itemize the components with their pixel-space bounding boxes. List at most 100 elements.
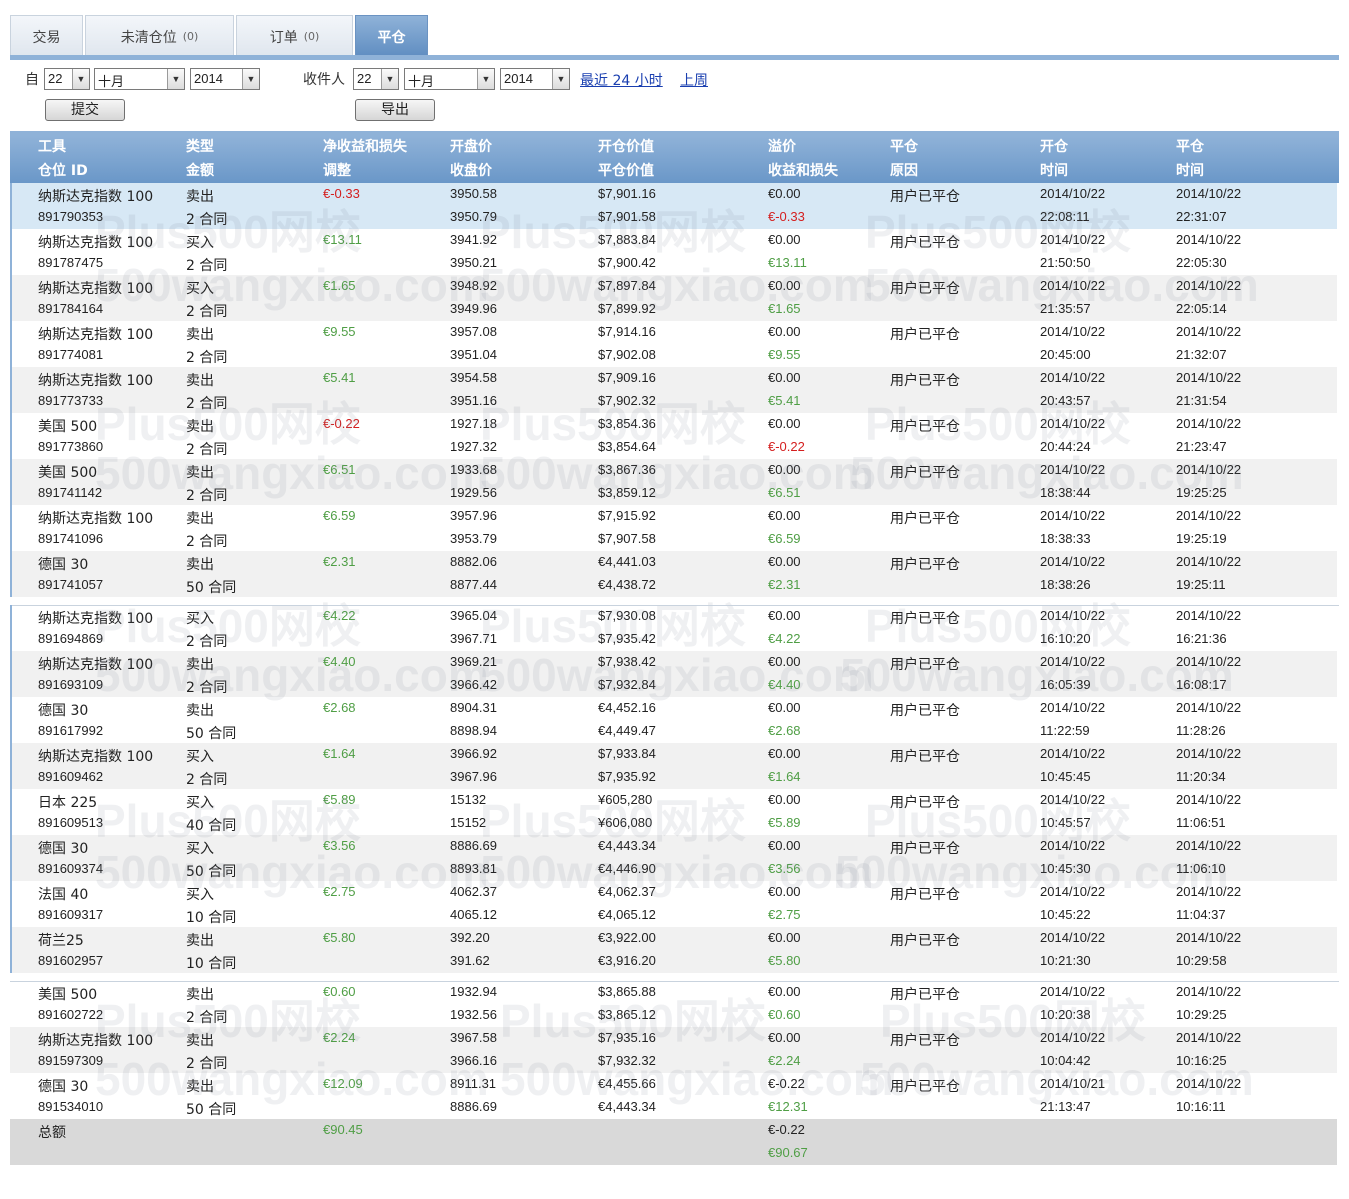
tab-orders-label: 订单 (269, 29, 298, 46)
total-premium: €-0.22 (768, 1122, 805, 1137)
open-price: 3948.92 (450, 278, 497, 293)
table-row[interactable]: 纳斯达克指数 100 891790353 卖出 2 合同 €-0.33 3950.58 39… (10, 183, 1337, 229)
to-day-select[interactable]: 22 ▼ (353, 68, 399, 90)
close-time: 22:05:30 (1176, 255, 1227, 270)
close-value: $7,932.84 (598, 677, 656, 692)
premium: €0.00 (768, 278, 801, 293)
table-row[interactable]: 纳斯达克指数 100 891787475 买入 2 合同 €13.11 3941.92 39… (10, 229, 1337, 275)
close-value: $7,901.58 (598, 209, 656, 224)
table-row[interactable]: 德国 30 891741057 卖出 50 合同 €2.31 8882.06 8877.44… (10, 551, 1337, 597)
net-pnl: €12.09 (323, 1076, 363, 1091)
close-value: $7,932.32 (598, 1053, 656, 1068)
from-year-select[interactable]: 2014 ▼ (190, 68, 260, 90)
contract-amount: 2 合同 (186, 488, 228, 504)
profit-loss: €6.51 (768, 485, 801, 500)
tab-closed-positions[interactable]: 平仓 (355, 15, 428, 57)
table-row[interactable]: 纳斯达克指数 100 891774081 卖出 2 合同 €9.55 3957.08 395… (10, 321, 1337, 367)
from-month-select[interactable]: 十月 ▼ (94, 68, 185, 90)
instrument-name: 纳斯达克指数 100 (38, 511, 154, 527)
open-time: 21:50:50 (1040, 255, 1091, 270)
position-id: 891597309 (38, 1053, 104, 1068)
table-row[interactable]: 德国 30 891617992 卖出 50 合同 €2.68 8904.31 8898.94… (10, 697, 1337, 743)
table-row[interactable]: 美国 500 891741142 卖出 2 合同 €6.51 1933.68 1929.56… (10, 459, 1337, 505)
to-year-select[interactable]: 2014 ▼ (500, 68, 570, 90)
open-value: €4,441.03 (598, 554, 656, 569)
table-row[interactable]: 纳斯达克指数 100 891784164 买入 2 合同 €1.65 3948.92 394… (10, 275, 1337, 321)
instrument-name: 纳斯达克指数 100 (38, 281, 154, 297)
close-price: 15152 (450, 815, 487, 830)
last-week-link[interactable]: 上周 (680, 70, 708, 90)
position-id: 891609462 (38, 769, 104, 784)
close-time: 19:25:19 (1176, 531, 1227, 546)
open-price: 3967.58 (450, 1030, 497, 1045)
close-reason: 用户已平仓 (890, 465, 960, 481)
to-month-select[interactable]: 十月 ▼ (404, 68, 495, 90)
instrument-name: 日本 225 (38, 795, 98, 811)
open-date: 2014/10/22 (1040, 554, 1106, 569)
last-24-hours-link[interactable]: 最近 24 小时 (580, 70, 663, 90)
export-button[interactable]: 导出 (355, 99, 435, 121)
profit-loss: €9.55 (768, 347, 801, 362)
close-reason: 用户已平仓 (890, 1079, 960, 1095)
premium: €0.00 (768, 370, 801, 385)
open-date: 2014/10/22 (1040, 700, 1106, 715)
open-date: 2014/10/22 (1040, 508, 1106, 523)
table-row[interactable]: 美国 500 891602722 卖出 2 合同 €0.60 1932.94 1932.56… (10, 981, 1337, 1027)
column-header-close-time-1: 平仓 (1176, 139, 1204, 155)
tab-closed-positions-label: 平仓 (377, 29, 406, 46)
trade-type: 卖出 (186, 657, 214, 673)
open-time: 10:45:57 (1040, 815, 1091, 830)
column-header-open-close-value-2: 平仓价值 (598, 163, 654, 179)
close-time: 11:06:51 (1176, 815, 1226, 830)
close-price: 3953.79 (450, 531, 497, 546)
table-row[interactable]: 日本 225 891609513 买入 40 合同 €5.89 15132 15152 ¥60… (10, 789, 1337, 835)
open-price: 3941.92 (450, 232, 497, 247)
close-reason: 用户已平仓 (890, 235, 960, 251)
open-time: 10:20:38 (1040, 1007, 1091, 1022)
table-row[interactable]: 纳斯达克指数 100 891693109 卖出 2 合同 €4.40 3969.21 396… (10, 651, 1337, 697)
tab-trade[interactable]: 交易 (10, 15, 83, 57)
profit-loss: €4.22 (768, 631, 801, 646)
close-price: 391.62 (450, 953, 490, 968)
submit-button[interactable]: 提交 (45, 99, 125, 121)
close-value: €4,065.12 (598, 907, 656, 922)
open-value: $7,909.16 (598, 370, 656, 385)
tab-open-positions[interactable]: 未清仓位 (0) (85, 15, 234, 57)
position-id: 891534010 (38, 1099, 104, 1114)
close-time: 11:04:37 (1176, 907, 1226, 922)
table-row[interactable]: 纳斯达克指数 100 891773733 卖出 2 合同 €5.41 3954.58 395… (10, 367, 1337, 413)
tab-orders[interactable]: 订单 (0) (236, 15, 353, 57)
close-date: 2014/10/22 (1176, 278, 1242, 293)
open-time: 18:38:33 (1040, 531, 1091, 546)
table-row[interactable]: 纳斯达克指数 100 891741096 卖出 2 合同 €6.59 3957.96 395… (10, 505, 1337, 551)
section-accent-bar (10, 183, 12, 597)
open-price: 8904.31 (450, 700, 497, 715)
close-value: $7,900.42 (598, 255, 656, 270)
contract-amount: 50 合同 (186, 1102, 237, 1118)
open-price: 3969.21 (450, 654, 497, 669)
table-row[interactable]: 德国 30 891534010 卖出 50 合同 €12.09 8911.31 8886.6… (10, 1073, 1337, 1119)
column-header-type-amount-2: 金额 (186, 163, 214, 179)
table-row[interactable]: 荷兰25 891602957 卖出 10 合同 €5.80 392.20 391.62 €3,… (10, 927, 1337, 973)
open-time: 21:13:47 (1040, 1099, 1091, 1114)
table-row[interactable]: 德国 30 891609374 买入 50 合同 €3.56 8886.69 8893.81… (10, 835, 1337, 881)
close-date: 2014/10/22 (1176, 462, 1242, 477)
open-value: $7,933.84 (598, 746, 656, 761)
premium: €0.00 (768, 930, 801, 945)
open-date: 2014/10/22 (1040, 416, 1106, 431)
from-day-select[interactable]: 22 ▼ (44, 68, 90, 90)
table-row[interactable]: 纳斯达克指数 100 891609462 买入 2 合同 €1.64 3966.92 396… (10, 743, 1337, 789)
table-row[interactable]: 纳斯达克指数 100 891694869 买入 2 合同 €4.22 3965.04 396… (10, 605, 1337, 651)
column-header-close-reason-1: 平仓 (890, 139, 918, 155)
table-row[interactable]: 美国 500 891773860 卖出 2 合同 €-0.22 1927.18 1927.3… (10, 413, 1337, 459)
premium: €0.00 (768, 700, 801, 715)
open-value: $3,865.88 (598, 984, 656, 999)
contract-amount: 2 合同 (186, 350, 228, 366)
instrument-name: 美国 500 (38, 987, 98, 1003)
close-value: $7,935.42 (598, 631, 656, 646)
table-row[interactable]: 纳斯达克指数 100 891597309 卖出 2 合同 €2.24 3967.58 396… (10, 1027, 1337, 1073)
table-row[interactable]: 法国 40 891609317 买入 10 合同 €2.75 4062.37 4065.12… (10, 881, 1337, 927)
trade-type: 买入 (186, 841, 214, 857)
close-value: $7,902.32 (598, 393, 656, 408)
net-pnl: €2.68 (323, 700, 356, 715)
